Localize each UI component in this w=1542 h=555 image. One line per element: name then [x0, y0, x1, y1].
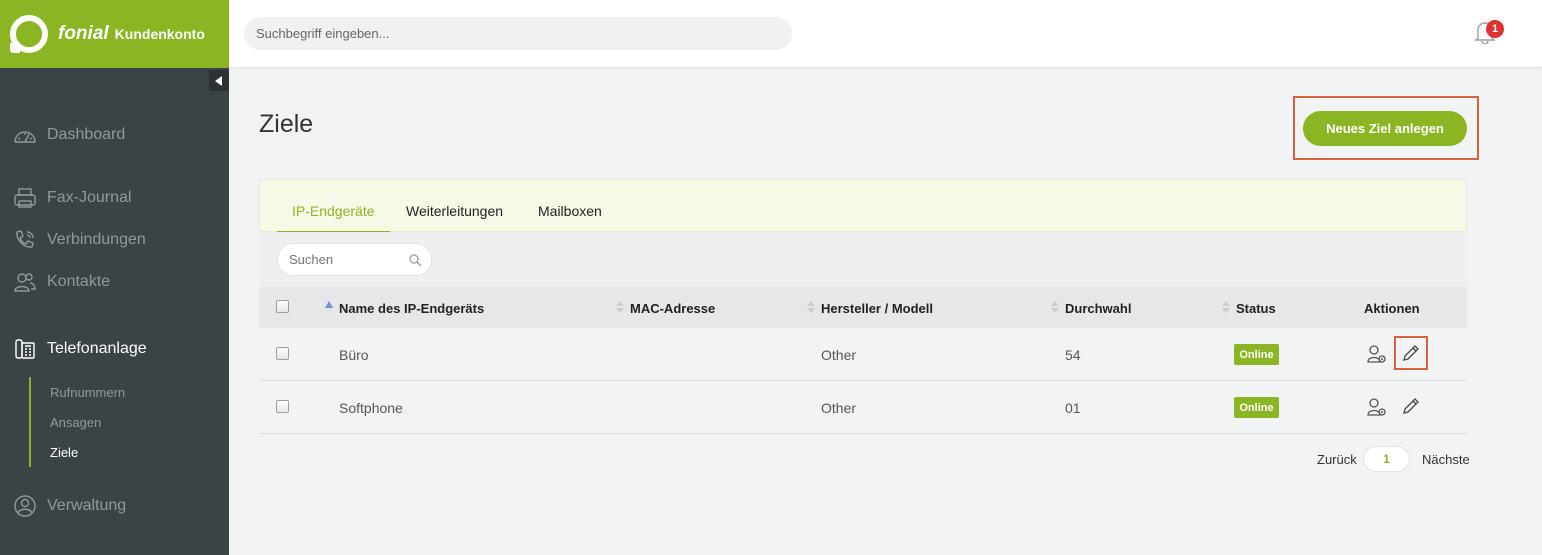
column-header-vendor[interactable]: Hersteller / Modell: [821, 301, 933, 316]
device-name: Büro: [339, 347, 369, 363]
sidebar-subitem-ansagen[interactable]: Ansagen: [50, 415, 101, 430]
column-header-status[interactable]: Status: [1236, 301, 1276, 316]
table-row[interactable]: Büro Other 54 Online: [259, 328, 1467, 381]
sort-icon[interactable]: [616, 300, 624, 314]
extension: 54: [1065, 347, 1081, 363]
notification-count-badge: 1: [1486, 20, 1504, 38]
sidebar-subitem-rufnummern[interactable]: Rufnummern: [50, 385, 125, 400]
sort-ascending-icon[interactable]: [325, 300, 333, 314]
row-checkbox[interactable]: [276, 347, 289, 360]
sidebar-item-fax-journal[interactable]: Fax-Journal: [12, 187, 131, 209]
sidebar-subitem-ziele[interactable]: Ziele: [50, 445, 78, 460]
table-header: Name des IP-Endgeräts MAC-Adresse Herste…: [259, 287, 1467, 328]
sidebar-item-kontakte[interactable]: Kontakte: [12, 271, 110, 293]
select-all-checkbox[interactable]: [276, 300, 289, 313]
extension: 01: [1065, 400, 1081, 416]
pagination-prev[interactable]: Zurück: [1317, 452, 1357, 467]
row-checkbox[interactable]: [276, 400, 289, 413]
column-header-mac[interactable]: MAC-Adresse: [630, 301, 715, 316]
tab-weiterleitungen[interactable]: Weiterleitungen: [406, 203, 503, 219]
contacts-icon: [12, 271, 38, 293]
subnav-indicator: [29, 377, 31, 467]
brand-subtitle: Kundenkonto: [114, 26, 205, 42]
user-settings-icon[interactable]: [1367, 397, 1387, 417]
tab-mailboxen[interactable]: Mailboxen: [538, 203, 602, 219]
user-settings-icon[interactable]: [1367, 344, 1387, 364]
sidebar-item-label: Verbindungen: [47, 231, 146, 248]
sort-icon[interactable]: [1051, 300, 1059, 314]
brand-header[interactable]: fonial Kundenkonto: [0, 0, 229, 68]
sidebar-item-label: Telefonanlage: [47, 340, 147, 357]
sort-icon[interactable]: [807, 300, 815, 314]
tab-bar: IP-Endgeräte Weiterleitungen Mailboxen: [259, 179, 1467, 233]
sidebar-item-label: Verwaltung: [47, 497, 127, 514]
device-name: Softphone: [339, 400, 403, 416]
table-row[interactable]: Softphone Other 01 Online: [259, 381, 1467, 434]
sidebar-item-verbindungen[interactable]: Verbindungen: [12, 229, 146, 251]
status-badge: Online: [1234, 344, 1279, 365]
tab-ip-endgeraete[interactable]: IP-Endgeräte: [292, 203, 375, 219]
column-header-name[interactable]: Name des IP-Endgeräts: [339, 301, 484, 316]
sidebar-item-verwaltung[interactable]: Verwaltung: [12, 495, 126, 517]
vendor-model: Other: [821, 400, 857, 416]
brand-name: fonial: [58, 23, 109, 44]
new-target-button[interactable]: Neues Ziel anlegen: [1303, 111, 1467, 146]
admin-icon: [12, 495, 38, 517]
sidebar-item-label: Kontakte: [47, 273, 111, 290]
page-title: Ziele: [259, 110, 314, 138]
vendor-model: Other: [821, 347, 857, 363]
dashboard-icon: [12, 124, 38, 146]
filter-area: [259, 232, 1467, 286]
phone-icon: [12, 229, 38, 251]
column-header-extension[interactable]: Durchwahl: [1065, 301, 1131, 316]
top-bar: 1: [229, 0, 1542, 68]
pagination-page-current[interactable]: 1: [1363, 446, 1410, 472]
pbx-icon: [12, 338, 38, 360]
sort-icon[interactable]: [1222, 300, 1230, 314]
column-header-actions: Aktionen: [1364, 301, 1420, 316]
edit-pencil-icon[interactable]: [1401, 343, 1421, 363]
search-icon: [409, 254, 422, 267]
targets-card: IP-Endgeräte Weiterleitungen Mailboxen: [259, 179, 1467, 289]
pagination-next[interactable]: Nächste: [1422, 452, 1470, 467]
sidebar-item-telefonanlage[interactable]: Telefonanlage: [12, 338, 147, 360]
global-search-input[interactable]: [244, 17, 792, 50]
sidebar-item-label: Dashboard: [47, 126, 126, 143]
fonial-logo-icon: [10, 15, 48, 53]
sidebar-collapse-button[interactable]: [209, 70, 229, 91]
collapse-left-icon: [215, 75, 222, 86]
fax-icon: [12, 187, 38, 209]
status-badge: Online: [1234, 397, 1279, 418]
sidebar-item-dashboard[interactable]: Dashboard: [12, 124, 125, 146]
edit-pencil-icon[interactable]: [1401, 396, 1421, 416]
sidebar-item-label: Fax-Journal: [47, 189, 132, 206]
